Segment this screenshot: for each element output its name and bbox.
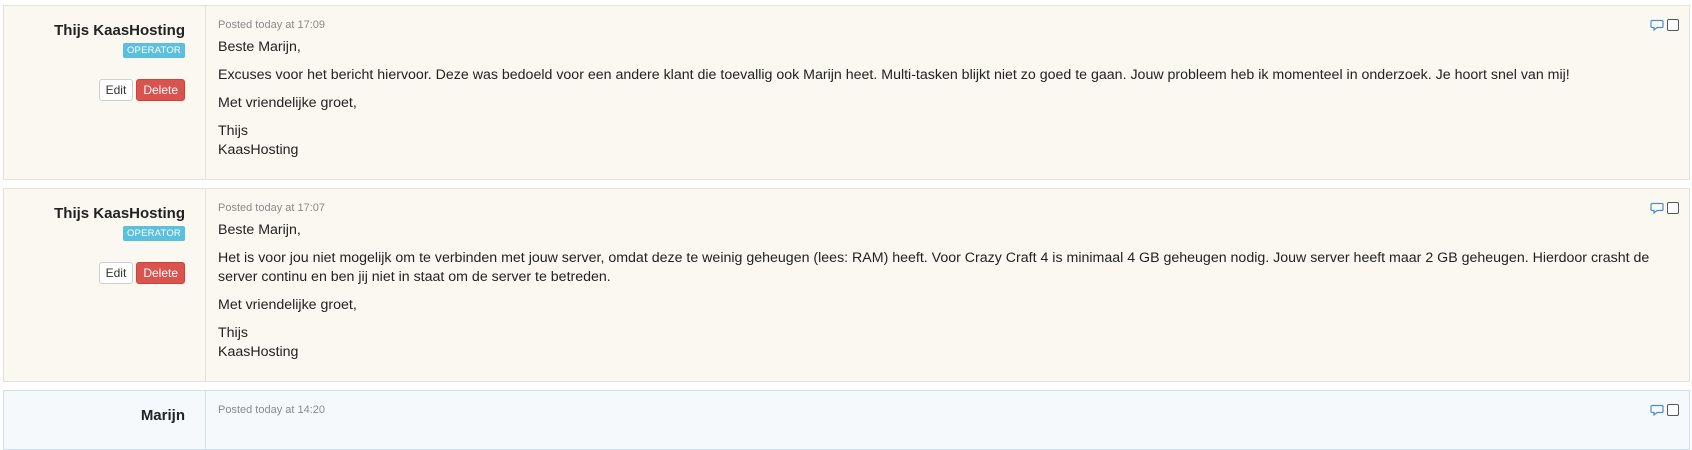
operator-badge: OPERATOR (122, 43, 185, 58)
reply-tools (1650, 202, 1679, 214)
reply-author: Thijs KaasHosting (54, 205, 185, 222)
message-paragraph: Beste Marijn, (218, 222, 301, 238)
reply-message: Posted today at 17:07 Beste Marijn, Het … (206, 189, 1689, 381)
signature-company: KaasHosting (218, 142, 299, 158)
reply-user-info: Thijs KaasHosting OPERATOR Edit Delete (4, 189, 206, 381)
ticket-reply: Thijs KaasHosting OPERATOR Edit Delete P… (3, 188, 1690, 382)
operator-badge: OPERATOR (122, 226, 185, 241)
reply-user-info: Thijs KaasHosting OPERATOR Edit Delete (4, 6, 206, 179)
checkbox-icon[interactable] (1667, 202, 1679, 214)
message-paragraph: Met vriendelijke groet, (218, 297, 357, 313)
signature-name: Thijs (218, 325, 248, 341)
reply-actions: Edit Delete (4, 262, 185, 284)
message-paragraph: Met vriendelijke groet, (218, 95, 357, 111)
reply-user-info: Marijn (4, 391, 206, 449)
message-paragraph: Excuses voor het bericht hiervoor. Deze … (218, 67, 1570, 83)
reply-actions: Edit Delete (4, 79, 185, 101)
edit-button[interactable]: Edit (98, 262, 134, 284)
ticket-reply: Marijn Posted today at 14:20 (3, 390, 1690, 450)
checkbox-icon[interactable] (1667, 404, 1679, 416)
posted-timestamp: Posted today at 17:09 (218, 19, 326, 31)
posted-timestamp: Posted today at 17:07 (218, 202, 326, 214)
checkbox-icon[interactable] (1667, 19, 1679, 31)
speech-bubble-icon[interactable] (1650, 19, 1664, 31)
reply-author: Marijn (140, 407, 185, 424)
reply-author: Thijs KaasHosting (54, 22, 185, 39)
reply-message: Posted today at 14:20 (206, 391, 1689, 449)
speech-bubble-icon[interactable] (1650, 202, 1664, 214)
ticket-reply: Thijs KaasHosting OPERATOR Edit Delete P… (3, 5, 1690, 180)
posted-timestamp: Posted today at 14:20 (218, 404, 326, 416)
message-paragraph: Beste Marijn, (218, 39, 301, 55)
reply-message: Posted today at 17:09 Beste Marijn, Excu… (206, 6, 1689, 179)
signature-company: KaasHosting (218, 344, 299, 360)
edit-button[interactable]: Edit (98, 79, 134, 101)
reply-tools (1650, 19, 1679, 31)
delete-button[interactable]: Delete (136, 79, 185, 101)
speech-bubble-icon[interactable] (1650, 404, 1664, 416)
delete-button[interactable]: Delete (136, 262, 185, 284)
message-paragraph: Het is voor jou niet mogelijk om te verb… (218, 250, 1650, 285)
signature-name: Thijs (218, 123, 248, 139)
reply-tools (1650, 404, 1679, 416)
